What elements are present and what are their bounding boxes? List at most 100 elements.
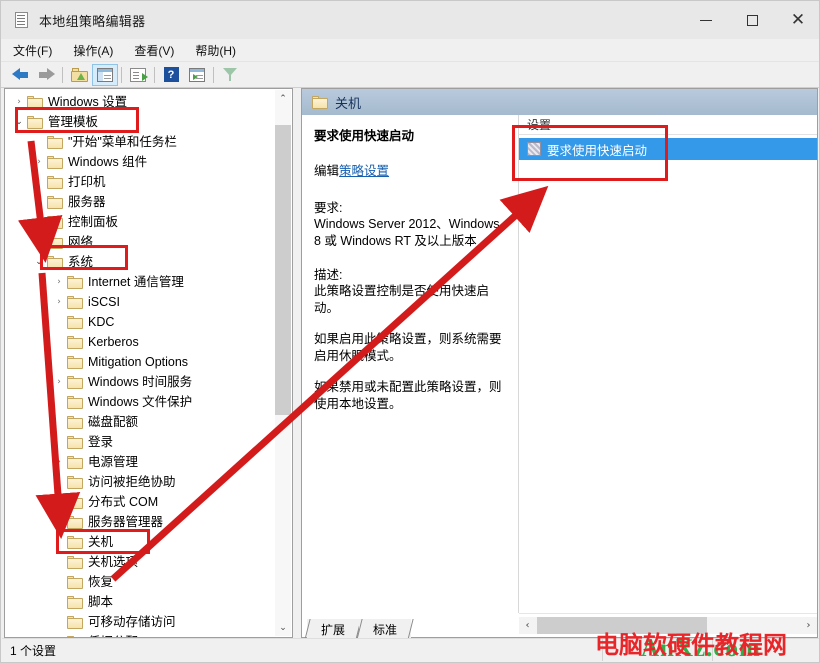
- tree-item-label: Windows 设置: [48, 95, 128, 109]
- folder-icon: [47, 215, 63, 229]
- toolbar-separator: [154, 66, 155, 83]
- chevron-right-icon[interactable]: ›: [51, 294, 67, 310]
- folder-icon: [67, 575, 83, 589]
- settings-list-pane: 设置 要求使用快速启动: [519, 115, 817, 613]
- scroll-down-button[interactable]: ⌄: [275, 619, 291, 636]
- tree-item[interactable]: 凭据分配: [51, 632, 138, 637]
- chevron-right-icon[interactable]: ›: [31, 234, 47, 250]
- folder-icon: [67, 475, 83, 489]
- folder-icon: [67, 335, 83, 349]
- requirement-label: 要求:: [314, 201, 343, 215]
- tree-item[interactable]: 访问被拒绝协助: [51, 472, 176, 492]
- tree-item-label: 磁盘配额: [88, 415, 139, 429]
- scrollbar-thumb[interactable]: [275, 125, 291, 415]
- menu-view[interactable]: 查看(V): [125, 40, 183, 61]
- back-arrow-icon[interactable]: [7, 64, 33, 86]
- tree-item[interactable]: › 网络: [31, 232, 93, 252]
- tree-item[interactable]: › Windows 组件: [31, 152, 147, 172]
- status-bar-text: 1 个设置: [10, 643, 57, 658]
- detail-header-title: 关机: [335, 95, 362, 111]
- tree-item-label: Internet 通信管理: [88, 275, 184, 289]
- tree-item-label: KDC: [88, 315, 115, 329]
- policy-tree-pane[interactable]: › Windows 设置 ⌄ 管理模板 "开始"菜单和任务栏 › Windows 组件 打印机…: [4, 88, 293, 638]
- tree-item[interactable]: › 分布式 COM: [51, 492, 158, 512]
- chevron-right-icon[interactable]: ›: [31, 214, 47, 230]
- maximize-button[interactable]: [729, 1, 775, 39]
- chevron-down-icon[interactable]: ⌄: [11, 114, 27, 130]
- tree-item[interactable]: KDC: [51, 312, 114, 332]
- forward-arrow-icon[interactable]: [33, 64, 59, 86]
- chevron-right-icon[interactable]: ›: [11, 94, 27, 110]
- tree-vertical-scrollbar[interactable]: ⌃ ⌄: [275, 90, 291, 636]
- tree-item[interactable]: 恢复: [51, 572, 113, 592]
- chevron-right-icon[interactable]: ›: [51, 274, 67, 290]
- tree-item[interactable]: 关机选项: [51, 552, 138, 572]
- folder-icon: [67, 455, 83, 469]
- tree-item[interactable]: › iSCSI: [51, 292, 120, 312]
- folder-icon: [47, 135, 63, 149]
- policy-setting-icon: [527, 142, 541, 156]
- folder-icon: [67, 595, 83, 609]
- help-icon[interactable]: ?: [158, 64, 184, 86]
- folder-icon: [312, 95, 328, 109]
- folder-icon: [67, 615, 83, 629]
- chevron-right-icon[interactable]: ›: [31, 154, 47, 170]
- tree-item[interactable]: 脚本: [51, 592, 113, 612]
- policy-setting-link[interactable]: 策略设置: [339, 164, 389, 178]
- close-button[interactable]: ✕: [775, 1, 819, 39]
- description-paragraph-3: 如果禁用或未配置此策略设置，则使用本地设置。: [314, 380, 502, 411]
- folder-icon: [67, 635, 83, 637]
- show-hide-tree-icon[interactable]: [92, 63, 118, 86]
- tree-item[interactable]: › Windows 时间服务: [51, 372, 192, 392]
- settings-list-row[interactable]: 要求使用快速启动: [519, 138, 817, 160]
- tree-item-label: 控制面板: [68, 215, 119, 229]
- tree-item-label: 服务器: [68, 195, 106, 209]
- tab-extended-label: 扩展: [320, 623, 345, 637]
- chevron-right-icon[interactable]: ›: [51, 374, 67, 390]
- tree-item-label: Windows 时间服务: [88, 375, 193, 389]
- policy-description-panel: 要求使用快速启动 编辑策略设置 要求: Windows Server 2012、…: [302, 115, 518, 613]
- tree-item[interactable]: 登录: [51, 432, 113, 452]
- filter-icon[interactable]: [217, 64, 243, 86]
- menu-file[interactable]: 文件(F): [4, 40, 61, 61]
- tree-item[interactable]: ⌄ 管理模板: [11, 112, 98, 132]
- tree-item[interactable]: › Internet 通信管理: [51, 272, 184, 292]
- tree-item[interactable]: 服务器管理器: [51, 512, 163, 532]
- minimize-button[interactable]: [683, 1, 729, 39]
- chevron-down-icon[interactable]: ⌄: [31, 254, 47, 270]
- tree-item[interactable]: Mitigation Options: [51, 352, 188, 372]
- tree-item[interactable]: Windows 文件保护: [51, 392, 192, 412]
- detail-pane: 关机 要求使用快速启动 编辑策略设置 要求: Windows Server 20…: [301, 88, 818, 638]
- tree-item[interactable]: Kerberos: [51, 332, 139, 352]
- tree-item[interactable]: 服务器: [31, 192, 106, 212]
- tree-item-label: 关机选项: [88, 555, 139, 569]
- tab-extended[interactable]: 扩展: [304, 619, 362, 640]
- tree-item[interactable]: "开始"菜单和任务栏: [31, 132, 177, 152]
- settings-column-header-label: 设置: [527, 118, 552, 132]
- folder-icon: [27, 115, 43, 129]
- properties-icon[interactable]: [184, 64, 210, 86]
- tree-item-label: 访问被拒绝协助: [88, 475, 176, 489]
- tree-item[interactable]: 磁盘配额: [51, 412, 138, 432]
- folder-icon: [67, 315, 83, 329]
- tree-item[interactable]: ⌄ 系统: [31, 252, 93, 272]
- menu-action[interactable]: 操作(A): [64, 40, 122, 61]
- folder-icon: [67, 375, 83, 389]
- tab-standard[interactable]: 标准: [356, 619, 414, 640]
- tree-item[interactable]: › 控制面板: [31, 212, 118, 232]
- tree-item[interactable]: 可移动存储访问: [51, 612, 176, 632]
- tree-item[interactable]: › 电源管理: [51, 452, 138, 472]
- folder-icon: [67, 295, 83, 309]
- up-one-level-icon[interactable]: [66, 64, 92, 86]
- folder-icon: [67, 535, 83, 549]
- scroll-up-button[interactable]: ⌃: [275, 90, 291, 107]
- tree-item[interactable]: › Windows 设置: [11, 92, 127, 112]
- settings-column-header[interactable]: 设置: [519, 115, 817, 135]
- menu-help[interactable]: 帮助(H): [186, 40, 245, 61]
- chevron-right-icon[interactable]: ›: [51, 454, 67, 470]
- tree-item[interactable]: 关机: [51, 532, 113, 552]
- tree-item[interactable]: 打印机: [31, 172, 106, 192]
- export-list-icon[interactable]: [125, 64, 151, 86]
- toolbar-separator: [62, 66, 63, 83]
- chevron-right-icon[interactable]: ›: [51, 494, 67, 510]
